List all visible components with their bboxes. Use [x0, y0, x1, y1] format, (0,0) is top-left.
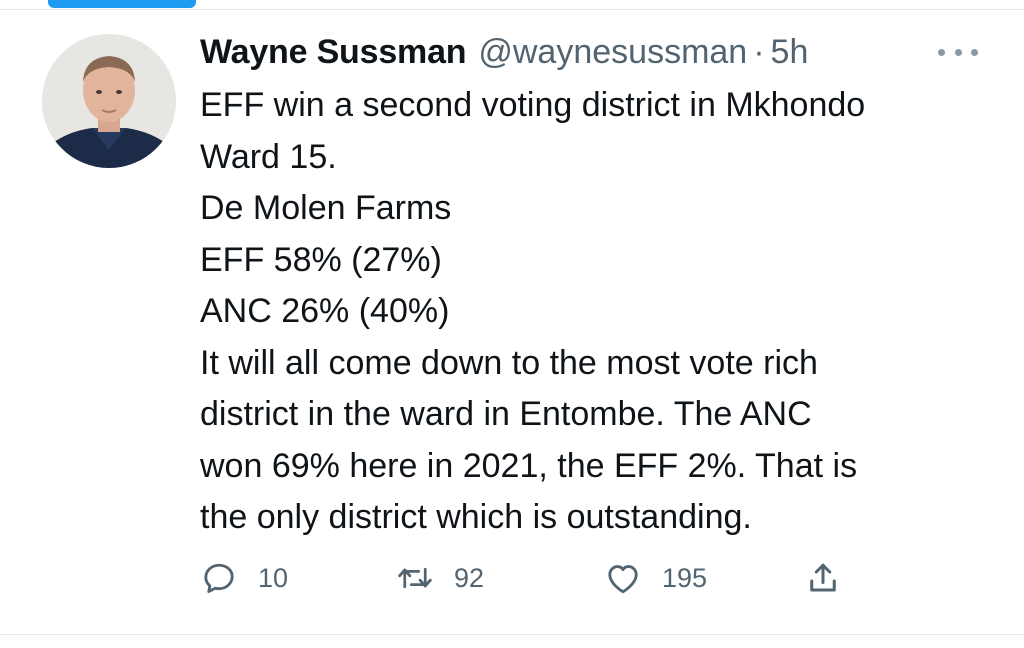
avatar[interactable]	[42, 34, 176, 168]
tweet-line: won 69% here in 2021, the EFF 2%. That i…	[200, 446, 858, 485]
share-icon	[804, 559, 842, 597]
top-tab-indicator	[48, 0, 196, 8]
tweet-line: EFF win a second voting district in Mkho…	[200, 86, 866, 124]
tweet-line: the only district which is outstanding.	[200, 498, 752, 536]
heart-icon	[604, 559, 642, 597]
more-icon[interactable]	[938, 42, 978, 62]
author-handle[interactable]: @waynesussman	[478, 30, 747, 74]
tweet-line: ANC 26% (40%)	[200, 292, 450, 330]
more-dot	[971, 48, 978, 56]
tweet-screen: Wayne Sussman @waynesussman · 5h EFF win…	[0, 0, 1024, 648]
header-separator: ·	[753, 33, 765, 71]
like-button[interactable]: 195	[604, 556, 707, 600]
tweet-line: It will all come down to the most vote r…	[200, 343, 818, 382]
tweet-timestamp[interactable]: 5h	[771, 30, 809, 74]
share-button[interactable]	[804, 556, 842, 600]
top-divider	[0, 9, 1024, 10]
reply-count: 10	[258, 562, 289, 593]
tweet-line: De Molen Farms	[200, 189, 452, 227]
more-dot	[938, 48, 945, 56]
tweet-header: Wayne Sussman @waynesussman · 5h	[200, 30, 808, 74]
author-name[interactable]: Wayne Sussman	[200, 30, 467, 74]
retweet-button[interactable]: 92	[396, 556, 484, 600]
reply-button[interactable]: 10	[200, 556, 288, 600]
tweet-line: Ward 15.	[200, 137, 337, 176]
tweet-line: EFF 58% (27%)	[200, 240, 442, 279]
retweet-count: 92	[454, 562, 485, 593]
tweet-actions: 10 92 195	[200, 556, 860, 600]
retweet-icon	[396, 559, 434, 597]
reply-icon	[200, 559, 238, 597]
more-dot	[954, 48, 962, 56]
tweet-text: EFF win a second voting district in Mkho…	[200, 80, 1000, 544]
tweet-line: district in the ward in Entombe. The ANC	[200, 395, 812, 433]
bottom-divider	[0, 634, 1024, 635]
avatar-image	[42, 34, 176, 168]
like-count: 195	[662, 562, 708, 593]
